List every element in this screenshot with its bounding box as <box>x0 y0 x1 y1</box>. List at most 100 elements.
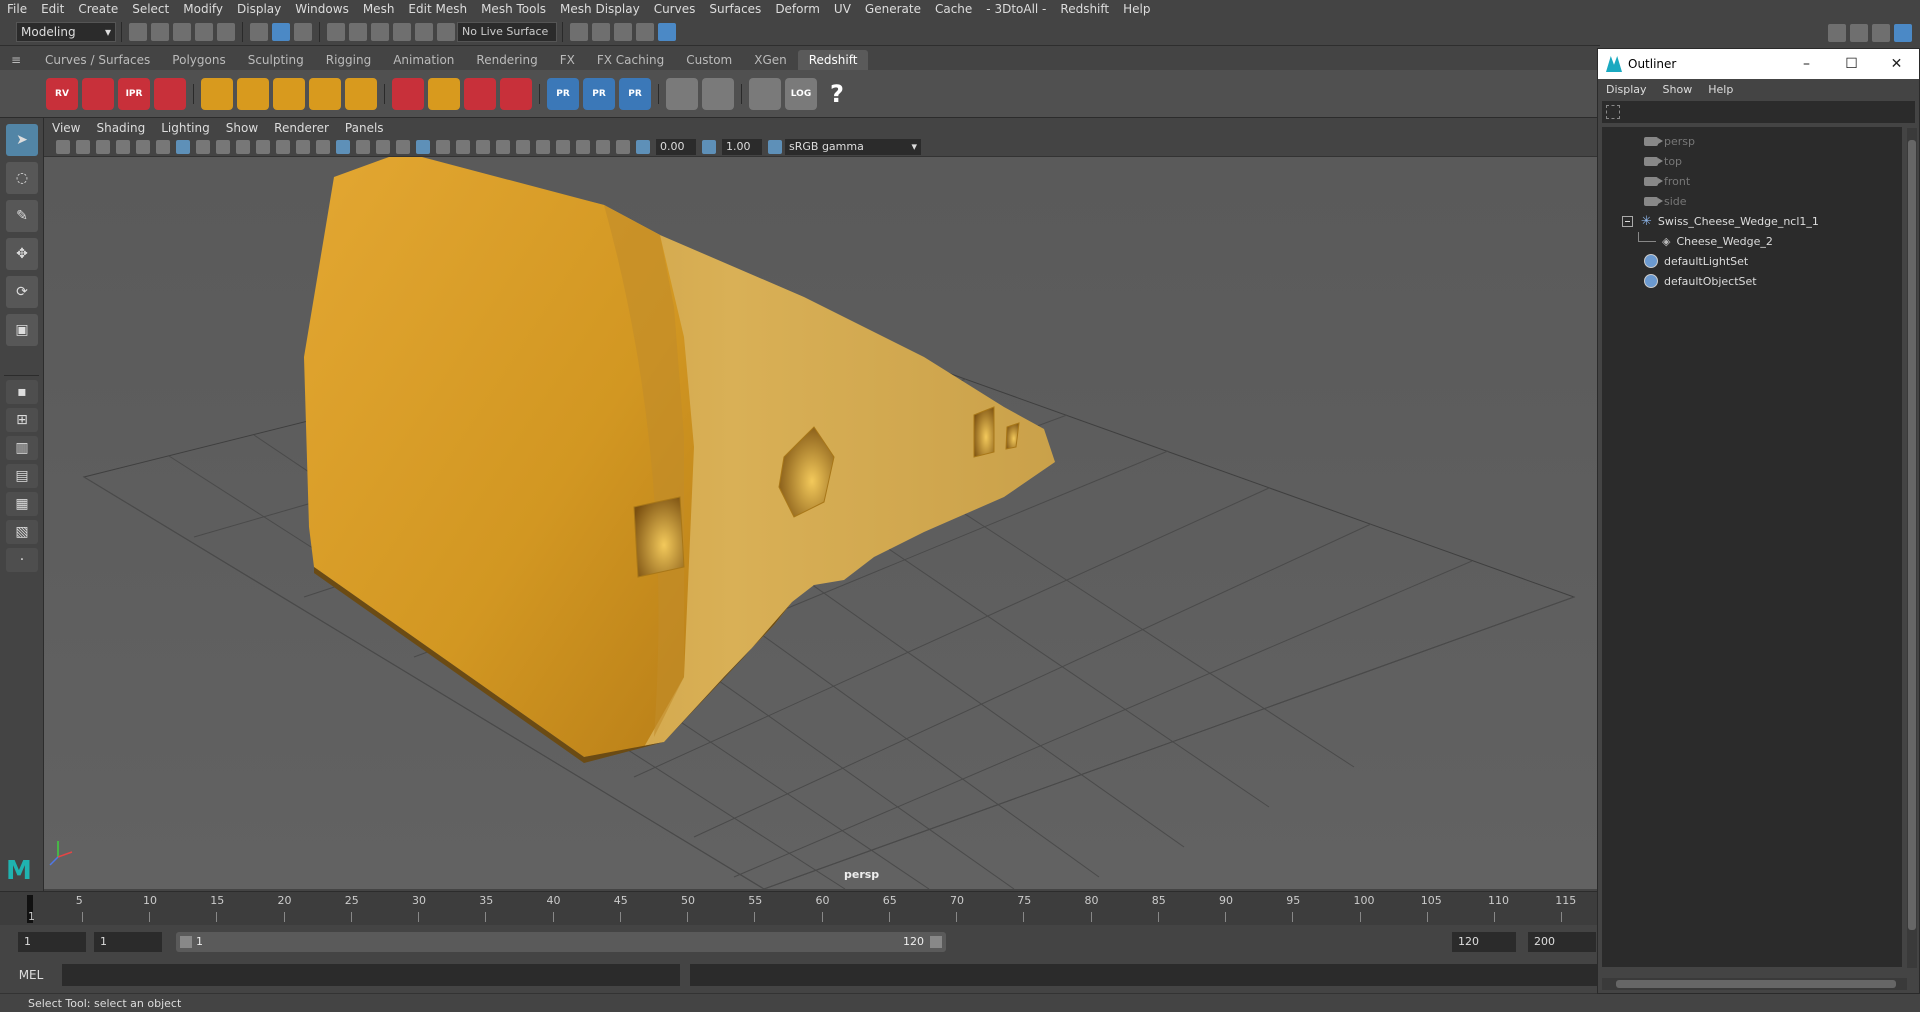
panel-menu-view[interactable]: View <box>44 121 88 135</box>
menu-windows[interactable]: Windows <box>288 0 356 18</box>
select-object-icon[interactable] <box>272 22 290 41</box>
tab-rigging[interactable]: Rigging <box>315 50 382 70</box>
bowl-alt-button[interactable] <box>702 77 734 110</box>
render-options-button[interactable] <box>154 77 186 110</box>
hair-button[interactable] <box>428 77 460 110</box>
shadows-icon[interactable] <box>456 139 470 154</box>
proxy-import-button[interactable]: PR <box>583 77 615 110</box>
bowl-button[interactable] <box>666 77 698 110</box>
tab-rendering[interactable]: Rendering <box>465 50 548 70</box>
playback-range-slider[interactable]: 1 120 <box>176 932 946 952</box>
single-perspective-layout-icon[interactable]: ▪ <box>6 380 38 404</box>
save-scene-icon[interactable] <box>173 22 191 41</box>
outliner-layout-icon[interactable]: ▤ <box>6 464 38 488</box>
shelf-options-icon[interactable]: ≡ <box>0 50 34 70</box>
outliner-search-input[interactable] <box>1602 101 1915 123</box>
outliner-item-side[interactable]: side <box>1644 191 1687 211</box>
animation-end-field[interactable]: 200 <box>1528 932 1596 952</box>
camera-select-icon[interactable] <box>56 139 70 154</box>
camera-lock-icon[interactable] <box>76 139 90 154</box>
snap-curve-icon[interactable] <box>349 22 367 41</box>
colorspace-select[interactable]: sRGB gamma ▾ <box>785 138 921 155</box>
menu-select[interactable]: Select <box>125 0 176 18</box>
outliner-menu-help[interactable]: Help <box>1700 83 1741 96</box>
filter-icon[interactable] <box>1606 105 1620 119</box>
panel-menu-renderer[interactable]: Renderer <box>266 121 337 135</box>
menu-edit[interactable]: Edit <box>34 0 71 18</box>
sphere-button[interactable] <box>500 77 532 110</box>
grid-toggle-icon[interactable] <box>176 139 190 154</box>
gate-mask-icon[interactable] <box>236 139 250 154</box>
range-start-handle[interactable] <box>180 936 192 948</box>
default-material-icon[interactable] <box>356 139 370 154</box>
backface-icon[interactable] <box>616 139 630 154</box>
panel-menu-panels[interactable]: Panels <box>337 121 392 135</box>
render-view-icon[interactable] <box>570 22 588 41</box>
exposure-toggle-icon[interactable] <box>636 139 650 154</box>
script-editor-button[interactable] <box>749 77 781 110</box>
menu-modify[interactable]: Modify <box>176 0 230 18</box>
film-gate-icon[interactable] <box>196 139 210 154</box>
safe-action-icon[interactable] <box>276 139 290 154</box>
menu-mesh-display[interactable]: Mesh Display <box>553 0 647 18</box>
help-button[interactable]: ? <box>821 78 853 110</box>
four-view-layout-icon[interactable]: ⊞ <box>6 408 38 432</box>
select-hierarchy-icon[interactable] <box>250 22 268 41</box>
animation-start-field[interactable]: 1 <box>18 932 86 952</box>
panel-menu-shading[interactable]: Shading <box>88 121 153 135</box>
mel-language-toggle[interactable]: MEL <box>0 968 62 982</box>
collapse-toggle[interactable] <box>1622 215 1633 227</box>
channel-box-icon[interactable] <box>1894 24 1912 42</box>
outliner-menu-display[interactable]: Display <box>1598 83 1655 96</box>
tool-settings-icon[interactable] <box>1872 24 1890 42</box>
open-scene-icon[interactable] <box>151 22 169 41</box>
tab-animation[interactable]: Animation <box>382 50 465 70</box>
xray-joints-icon[interactable] <box>576 139 590 154</box>
outliner-horizontal-scrollbar[interactable] <box>1602 978 1907 990</box>
minimize-icon[interactable]: – <box>1784 56 1829 72</box>
ipr-button[interactable]: IPR <box>118 77 150 110</box>
menu-edit-mesh[interactable]: Edit Mesh <box>401 0 474 18</box>
tab-custom[interactable]: Custom <box>675 50 743 70</box>
wireframe-on-shaded-icon[interactable] <box>376 139 390 154</box>
ipr-render-icon[interactable] <box>614 22 632 41</box>
render-button[interactable] <box>82 77 114 110</box>
snap-surface-icon[interactable] <box>415 22 433 41</box>
panel-menu-show[interactable]: Show <box>218 121 266 135</box>
new-scene-icon[interactable] <box>129 22 147 41</box>
undo-icon[interactable] <box>195 22 213 41</box>
menu-file[interactable]: File <box>0 0 34 18</box>
hypershade-layout-icon[interactable]: ▧ <box>6 520 38 544</box>
depth-of-field-icon[interactable] <box>536 139 550 154</box>
object-id-button[interactable] <box>464 77 496 110</box>
menu-mesh-tools[interactable]: Mesh Tools <box>474 0 553 18</box>
tab-fx[interactable]: FX <box>549 50 586 70</box>
render-frame-icon[interactable] <box>592 22 610 41</box>
perspective-viewport[interactable]: persp <box>44 157 1597 889</box>
menu-generate[interactable]: Generate <box>858 0 928 18</box>
2d-pan-icon[interactable] <box>136 139 150 154</box>
modeling-toolkit-icon[interactable] <box>1828 24 1846 42</box>
paint-select-icon[interactable]: ✎ <box>6 200 38 232</box>
tab-redshift[interactable]: Redshift <box>797 50 869 70</box>
rotate-tool-icon[interactable]: ⟳ <box>6 276 38 308</box>
gamma-field[interactable]: 1.00 <box>722 138 762 155</box>
tab-fx-caching[interactable]: FX Caching <box>586 50 675 70</box>
outliner-item-cheese-group[interactable]: ✳ Swiss_Cheese_Wedge_ncl1_1 <box>1622 211 1819 231</box>
render-view-button[interactable]: RV <box>46 77 78 110</box>
grease-pencil-icon[interactable] <box>156 139 170 154</box>
redo-icon[interactable] <box>217 22 235 41</box>
menu-help[interactable]: Help <box>1116 0 1157 18</box>
menu-redshift[interactable]: Redshift <box>1053 0 1116 18</box>
xray-icon[interactable] <box>416 139 430 154</box>
menu-mesh[interactable]: Mesh <box>356 0 402 18</box>
menu-create[interactable]: Create <box>71 0 125 18</box>
playback-start-field[interactable]: 1 <box>94 932 162 952</box>
field-chart-icon[interactable] <box>256 139 270 154</box>
scale-tool-icon[interactable]: ▣ <box>6 314 38 346</box>
anti-alias-icon[interactable] <box>516 139 530 154</box>
isolate-select-icon[interactable] <box>556 139 570 154</box>
tab-sculpting[interactable]: Sculpting <box>237 50 315 70</box>
range-end-handle[interactable] <box>930 936 942 948</box>
attribute-editor-icon[interactable] <box>1850 24 1868 42</box>
